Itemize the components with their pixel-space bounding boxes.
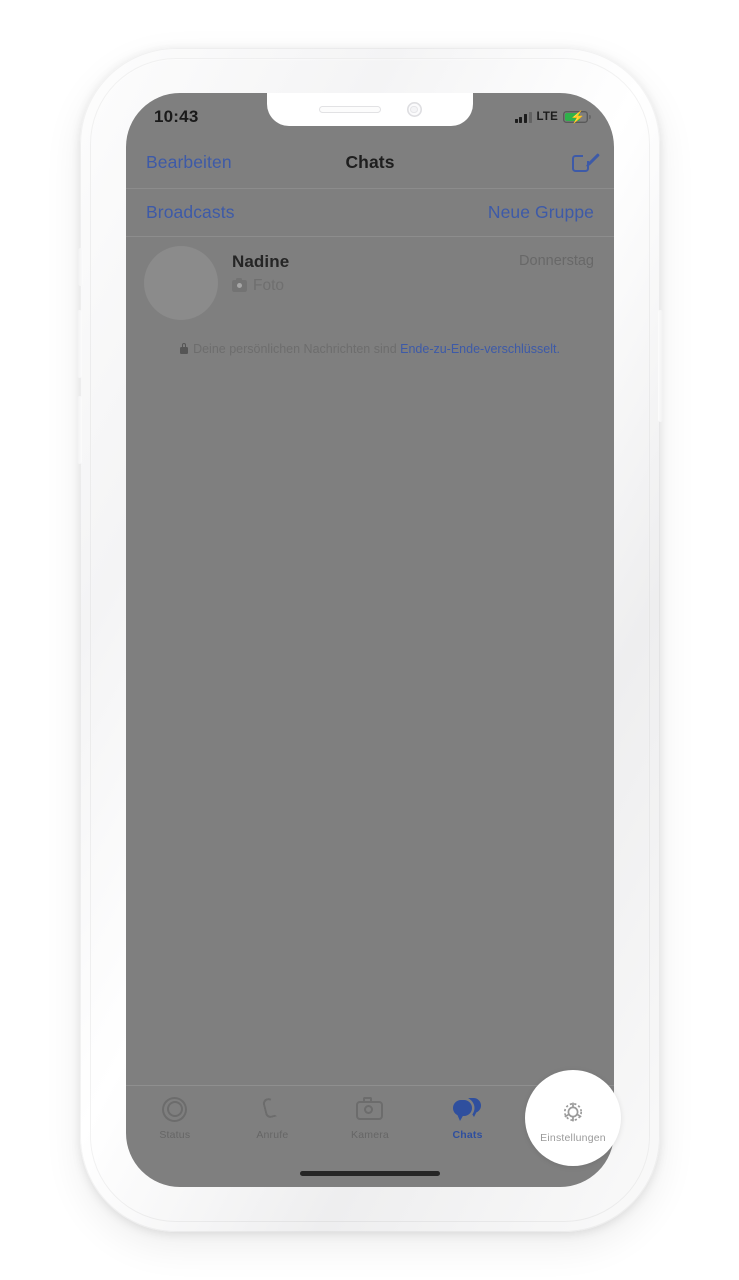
earpiece-speaker-icon (318, 106, 381, 113)
tab-anrufe-label: Anrufe (256, 1129, 289, 1141)
list-item[interactable]: Nadine Foto Donnerstag (126, 237, 614, 320)
battery-charging-icon: ⚡ (563, 110, 592, 123)
chat-bubbles-icon (453, 1094, 482, 1124)
phone-device-frame: 10:43 LTE ⚡ Bearbeiten Chats Broadcasts … (77, 48, 663, 1232)
front-camera-icon (406, 102, 422, 117)
edit-button[interactable]: Bearbeiten (146, 152, 232, 173)
home-indicator[interactable] (300, 1171, 440, 1176)
tab-chats-label: Chats (452, 1129, 483, 1141)
new-group-button[interactable]: Neue Gruppe (488, 202, 594, 223)
status-bar-clock: 10:43 (154, 107, 199, 126)
gear-icon (560, 1097, 586, 1127)
spotlight-label: Einstellungen (540, 1131, 606, 1144)
camera-icon (356, 1094, 383, 1124)
encryption-notice-link[interactable]: Ende-zu-Ende-verschlüsselt. (400, 342, 560, 356)
tab-status[interactable]: Status (126, 1094, 224, 1164)
lock-icon (180, 342, 189, 354)
chat-timestamp: Donnerstag (519, 253, 594, 269)
chat-preview: Foto (232, 277, 519, 295)
screenshot-scene: 10:43 LTE ⚡ Bearbeiten Chats Broadcasts … (0, 0, 739, 1280)
einstellungen-spotlight-highlight[interactable]: Einstellungen (525, 1070, 621, 1166)
volume-down-button[interactable] (77, 396, 82, 464)
tab-status-label: Status (159, 1129, 191, 1141)
camera-icon (232, 277, 247, 292)
broadcasts-button[interactable]: Broadcasts (146, 202, 235, 223)
chat-contact-name: Nadine (232, 252, 290, 271)
phone-icon (260, 1094, 285, 1124)
chat-preview-label: Foto (253, 277, 285, 294)
network-type-label: LTE (536, 111, 558, 123)
mute-switch-button[interactable] (78, 248, 83, 286)
device-notch (267, 93, 473, 126)
navigation-bar: Bearbeiten Chats (126, 137, 614, 189)
chats-sub-toolbar: Broadcasts Neue Gruppe (126, 189, 614, 237)
encryption-notice: Deine persönlichen Nachrichten sind Ende… (178, 340, 562, 358)
tab-kamera-label: Kamera (351, 1129, 389, 1141)
compose-icon[interactable] (572, 151, 600, 174)
volume-up-button[interactable] (77, 310, 82, 378)
status-rings-icon (162, 1094, 187, 1124)
phone-screen: 10:43 LTE ⚡ Bearbeiten Chats Broadcasts … (126, 93, 614, 1187)
chat-list: Nadine Foto Donnerstag Deine persönliche… (126, 237, 614, 1085)
encryption-notice-text: Deine persönlichen Nachrichten sind (193, 342, 401, 356)
chat-row-text: Nadine Foto (218, 250, 519, 295)
power-button[interactable] (658, 310, 663, 422)
signal-bars-icon (514, 111, 532, 123)
status-bar-indicators: LTE ⚡ (514, 107, 592, 123)
tab-anrufe[interactable]: Anrufe (224, 1094, 322, 1164)
avatar (144, 246, 218, 320)
tab-chats[interactable]: Chats (419, 1094, 517, 1164)
tab-kamera[interactable]: Kamera (321, 1094, 419, 1164)
